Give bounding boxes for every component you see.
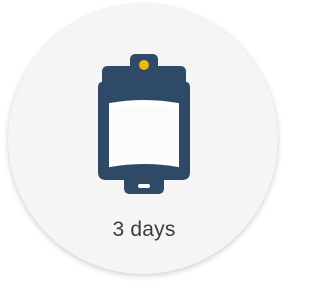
duration-label: 3 days — [112, 218, 176, 241]
duration-option[interactable]: 3 days — [0, 0, 288, 282]
blood-bag-icon — [98, 54, 190, 194]
